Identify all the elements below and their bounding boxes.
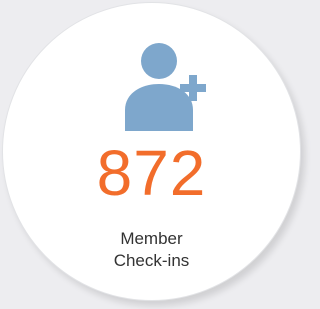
stat-label-line-1: Member bbox=[120, 229, 183, 248]
add-user-icon bbox=[122, 42, 218, 132]
stat-label-line-2: Check-ins bbox=[113, 251, 190, 270]
stat-card: 872 Member Check-ins bbox=[2, 2, 301, 301]
stat-value: 872 bbox=[96, 137, 207, 209]
